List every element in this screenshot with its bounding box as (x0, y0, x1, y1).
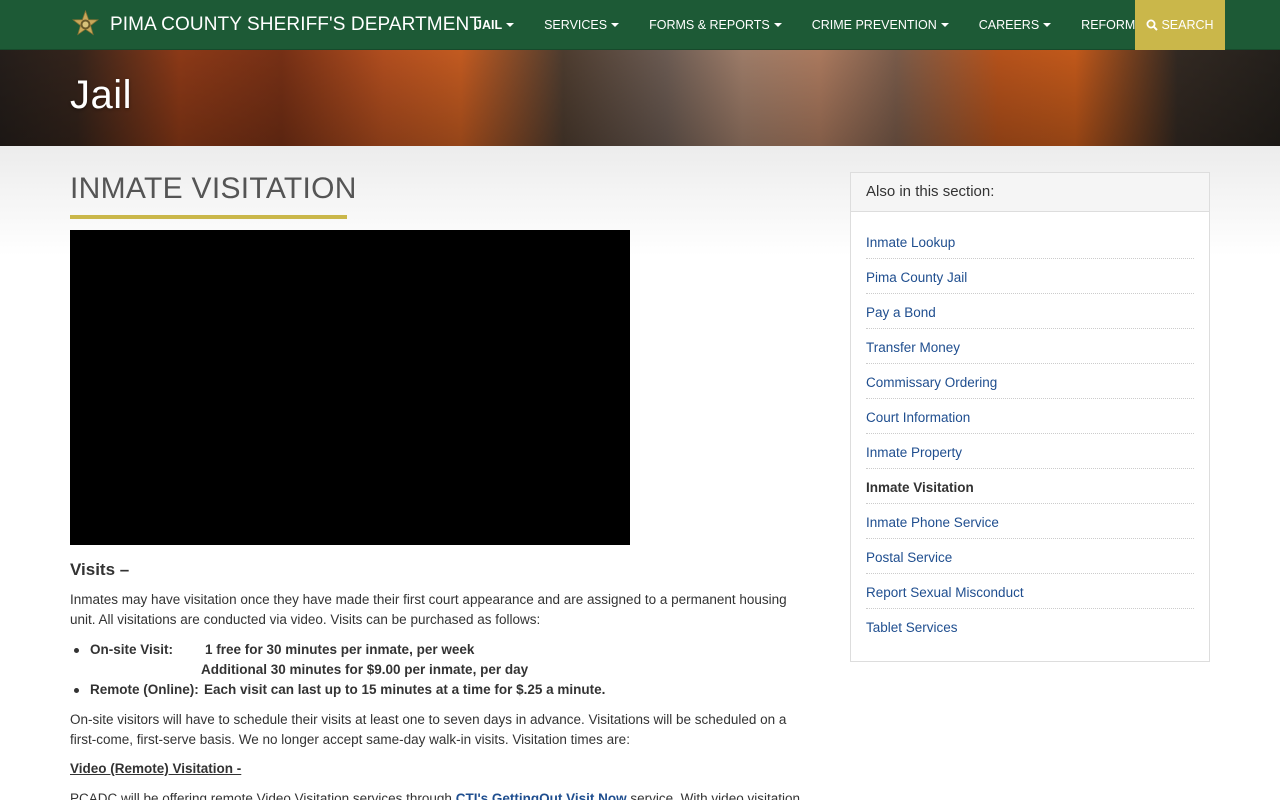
sheriff-star-badge-icon (70, 9, 101, 41)
main-nav: JAIL SERVICES FORMS & REPORTS CRIME PREV… (460, 0, 1162, 50)
sidebar-item-pima-county-jail[interactable]: Pima County Jail (866, 259, 1194, 294)
onsite-detail-1: 1 free for 30 minutes per inmate, per we… (205, 642, 475, 657)
sidebar-item-transfer-money[interactable]: Transfer Money (866, 329, 1194, 364)
video-text-after: service. With video visitation (626, 791, 800, 800)
title-underline (70, 215, 347, 219)
gettingout-link[interactable]: CTI's GettingOut Visit Now (456, 791, 627, 800)
caret-down-icon (773, 23, 782, 27)
sidebar-item-commissary-ordering[interactable]: Commissary Ordering (866, 364, 1194, 399)
page-title: INMATE VISITATION (70, 172, 357, 205)
search-button-label: SEARCH (1161, 18, 1214, 32)
hero-image-overlay (0, 50, 1280, 146)
video-text-before: PCADC will be offering remote Video Visi… (70, 791, 456, 800)
nav-crime-prevention[interactable]: CRIME PREVENTION (797, 18, 964, 32)
sidebar-item-report-sexual-misconduct[interactable]: Report Sexual Misconduct (866, 574, 1194, 609)
nav-jail-label: JAIL (475, 18, 503, 32)
brand-name: PIMA COUNTY SHERIFF'S DEPARTMENT (110, 14, 482, 35)
nav-forms-reports[interactable]: FORMS & REPORTS (634, 18, 797, 32)
intro-paragraph: Inmates may have visitation once they ha… (70, 592, 787, 627)
schedule-paragraph: On-site visitors will have to schedule t… (70, 712, 787, 747)
section-title: Jail (70, 73, 133, 117)
search-button[interactable]: SEARCH (1135, 0, 1225, 50)
sidebar-item-postal-service[interactable]: Postal Service (866, 539, 1194, 574)
sidebar-item-inmate-property[interactable]: Inmate Property (866, 434, 1194, 469)
top-navbar: PIMA COUNTY SHERIFF'S DEPARTMENT JAIL SE… (0, 0, 1280, 50)
list-item-remote: Remote (Online): Each visit can last up t… (74, 680, 606, 700)
sidebar-item-inmate-visitation[interactable]: Inmate Visitation (866, 469, 1194, 504)
caret-down-icon (1043, 23, 1052, 27)
sidebar-item-court-information[interactable]: Court Information (866, 399, 1194, 434)
remote-detail: Each visit can last up to 15 minutes at … (204, 682, 606, 697)
caret-down-icon (940, 23, 949, 27)
hero-banner: Jail (0, 50, 1280, 146)
onsite-label: On-site Visit: (90, 642, 174, 657)
nav-services-label: SERVICES (544, 18, 608, 32)
video-visitation-paragraph: PCADC will be offering remote Video Visi… (70, 789, 815, 800)
nav-reform-label: REFORM (1081, 18, 1136, 32)
sidebar-item-inmate-lookup[interactable]: Inmate Lookup (866, 224, 1194, 259)
onsite-detail-2: Additional 30 minutes for $9.00 per inma… (201, 662, 529, 677)
nav-forms-reports-label: FORMS & REPORTS (649, 18, 770, 32)
section-sidebar: Also in this section: Inmate Lookup Pima… (850, 172, 1210, 662)
sidebar-link-list: Inmate Lookup Pima County Jail Pay a Bon… (851, 212, 1209, 644)
nav-jail[interactable]: JAIL (460, 18, 529, 32)
nav-careers-label: CAREERS (978, 18, 1040, 32)
sidebar-item-tablet-services[interactable]: Tablet Services (866, 609, 1194, 644)
bullet (74, 688, 79, 693)
brand-home-link[interactable]: PIMA COUNTY SHERIFF'S DEPARTMENT (70, 9, 481, 41)
visits-heading: Visits – (70, 560, 130, 579)
video-player[interactable] (70, 230, 630, 545)
remote-label: Remote (Online): (90, 682, 199, 697)
caret-down-icon (611, 23, 620, 27)
sidebar-heading: Also in this section: (851, 173, 1209, 212)
list-item-onsite: On-site Visit: 1 free for 30 minutes per … (74, 640, 605, 660)
search-icon (1146, 19, 1159, 31)
sidebar-item-pay-a-bond[interactable]: Pay a Bond (866, 294, 1194, 329)
caret-down-icon (506, 23, 515, 27)
video-visitation-heading: Video (Remote) Visitation - (70, 761, 242, 776)
visit-pricing-list: On-site Visit: 1 free for 30 minutes per … (74, 640, 606, 700)
nav-services[interactable]: SERVICES (529, 18, 634, 32)
bullet (74, 648, 79, 653)
nav-careers[interactable]: CAREERS (964, 18, 1066, 32)
sidebar-item-inmate-phone-service[interactable]: Inmate Phone Service (866, 504, 1194, 539)
nav-crime-prevention-label: CRIME PREVENTION (811, 18, 937, 32)
